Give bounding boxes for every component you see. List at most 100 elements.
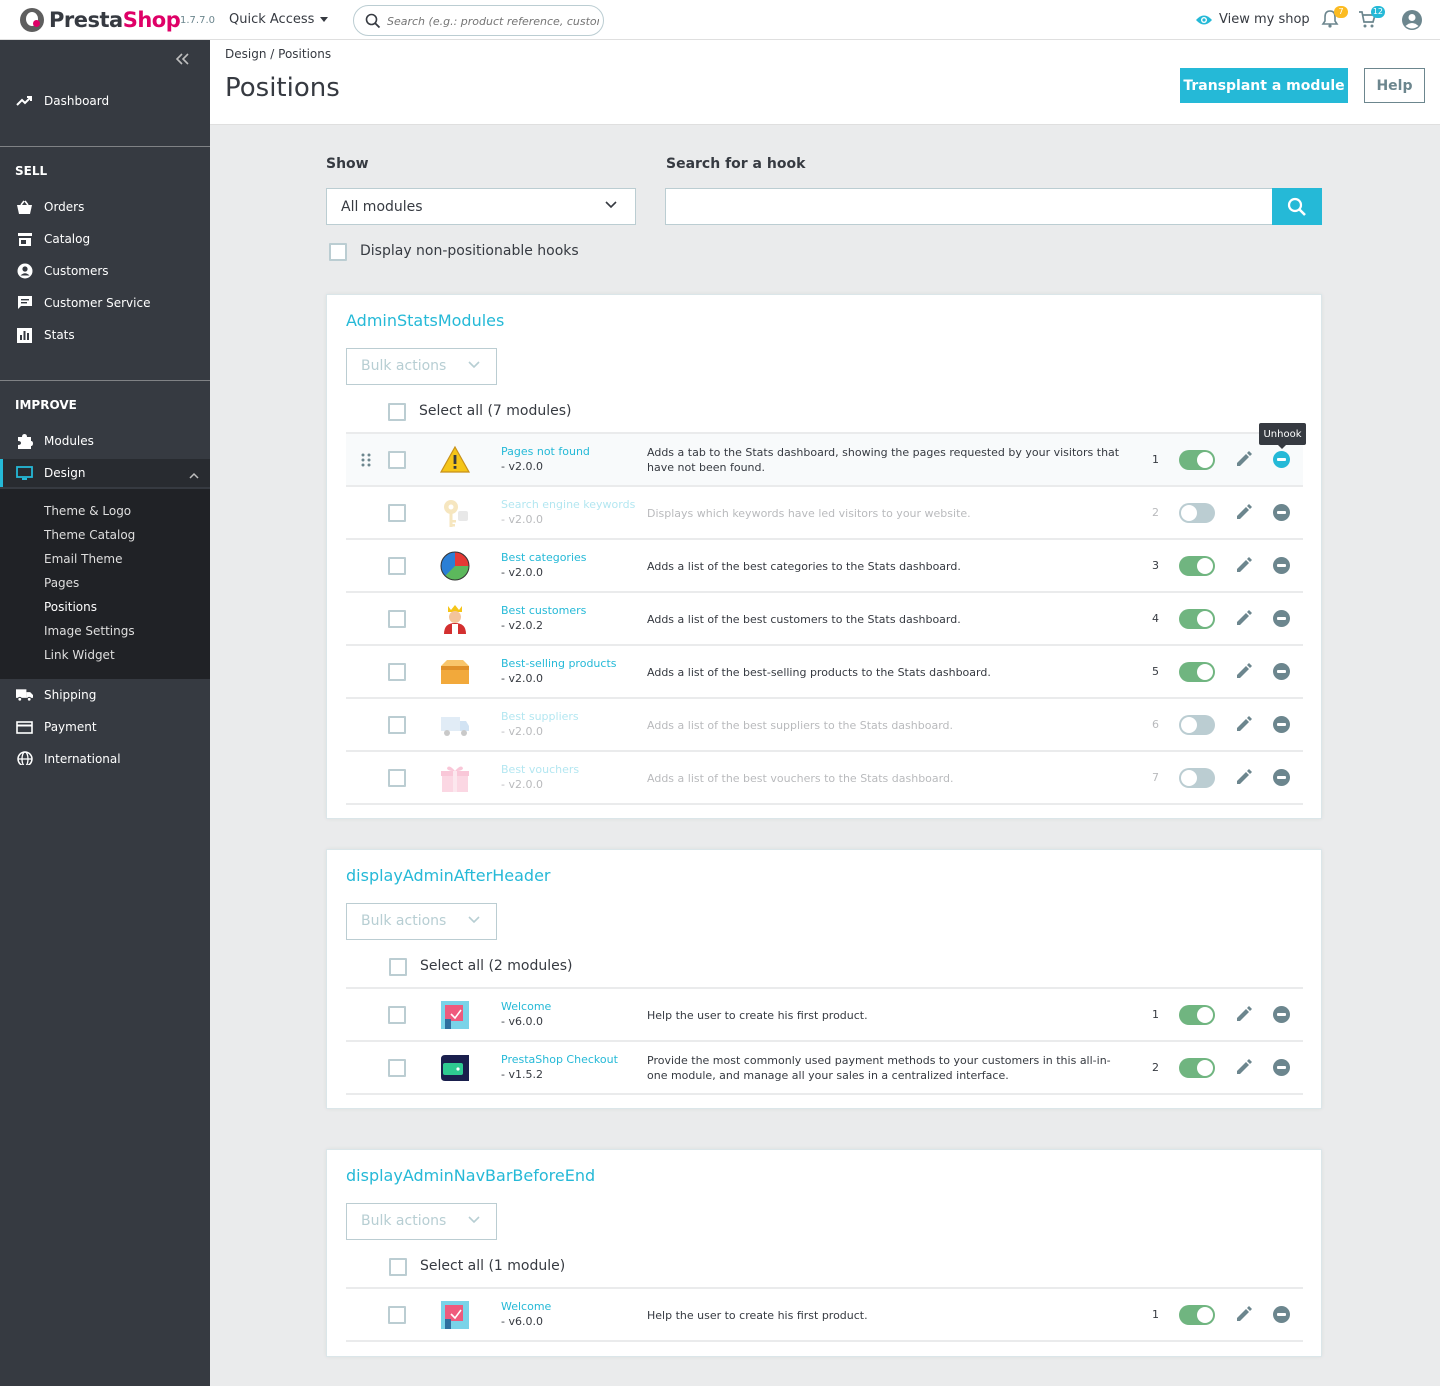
module-name-link[interactable]: Welcome: [501, 1300, 551, 1313]
module-checkbox[interactable]: [388, 557, 406, 575]
sidebar-item-design[interactable]: Design: [0, 459, 210, 487]
bulk-actions-dropdown[interactable]: Bulk actions: [346, 348, 497, 385]
module-status-toggle[interactable]: [1179, 715, 1215, 735]
module-row[interactable]: Welcome - v6.0.0 Help the user to create…: [346, 989, 1303, 1042]
unhook-icon[interactable]: [1273, 1306, 1290, 1323]
module-name-link[interactable]: Best-selling products: [501, 657, 616, 670]
unhook-icon[interactable]: [1273, 451, 1290, 468]
prestashop-logo[interactable]: PrestaShop: [20, 8, 181, 32]
show-modules-select[interactable]: All modules: [326, 188, 636, 225]
unhook-icon[interactable]: [1273, 504, 1290, 521]
module-status-toggle[interactable]: [1179, 1058, 1215, 1078]
select-all-checkbox[interactable]: [389, 958, 407, 976]
module-checkbox[interactable]: [388, 504, 406, 522]
submenu-item-email-theme[interactable]: Email Theme: [44, 552, 123, 566]
module-name-link[interactable]: Best categories: [501, 551, 587, 564]
orders-notifications-button[interactable]: 12: [1357, 6, 1385, 31]
drag-handle-icon[interactable]: [361, 453, 371, 467]
notifications-button[interactable]: 7: [1320, 6, 1348, 31]
bulk-actions-dropdown[interactable]: Bulk actions: [346, 1203, 497, 1240]
module-row[interactable]: Best-selling products - v2.0.0 Adds a li…: [346, 646, 1303, 699]
sidebar-item-payment[interactable]: Payment: [0, 713, 210, 741]
module-status-toggle[interactable]: [1179, 503, 1215, 523]
submenu-item-theme-catalog[interactable]: Theme Catalog: [44, 528, 135, 542]
submenu-item-pages[interactable]: Pages: [44, 576, 79, 590]
module-name-link[interactable]: Welcome: [501, 1000, 551, 1013]
quick-access-dropdown[interactable]: Quick Access: [229, 12, 329, 27]
unhook-icon[interactable]: [1273, 557, 1290, 574]
sidebar-item-shipping[interactable]: Shipping: [0, 681, 210, 709]
pencil-icon[interactable]: [1235, 1005, 1253, 1023]
help-button[interactable]: Help: [1364, 68, 1425, 103]
collapse-sidebar-icon[interactable]: [175, 53, 190, 69]
pencil-icon[interactable]: [1235, 1058, 1253, 1076]
hook-search-button[interactable]: [1272, 188, 1322, 225]
unhook-icon[interactable]: [1273, 716, 1290, 733]
module-row[interactable]: Best categories - v2.0.0 Adds a list of …: [346, 540, 1303, 593]
module-status-toggle[interactable]: [1179, 1005, 1215, 1025]
module-row[interactable]: Search engine keywords - v2.0.0 Displays…: [346, 487, 1303, 540]
sidebar-item-modules[interactable]: Modules: [0, 427, 210, 455]
sidebar-item-dashboard[interactable]: Dashboard: [0, 87, 210, 115]
module-status-toggle[interactable]: [1179, 450, 1215, 470]
module-checkbox[interactable]: [388, 1306, 406, 1324]
module-status-toggle[interactable]: [1179, 609, 1215, 629]
hook-title-link[interactable]: displayAdminNavBarBeforeEnd: [346, 1166, 595, 1185]
sidebar-item-customer-service[interactable]: Customer Service: [0, 289, 210, 317]
hook-search-input[interactable]: [665, 188, 1273, 225]
module-checkbox[interactable]: [388, 663, 406, 681]
submenu-item-positions[interactable]: Positions: [44, 600, 97, 614]
pencil-icon[interactable]: [1235, 556, 1253, 574]
unhook-icon[interactable]: [1273, 769, 1290, 786]
submenu-item-image-settings[interactable]: Image Settings: [44, 624, 135, 638]
breadcrumb-design-link[interactable]: Design: [225, 47, 266, 61]
module-row[interactable]: Pages not found - v2.0.0 Adds a tab to t…: [346, 434, 1303, 487]
module-checkbox[interactable]: [388, 1059, 406, 1077]
module-status-toggle[interactable]: [1179, 556, 1215, 576]
unhook-icon[interactable]: [1273, 663, 1290, 680]
employee-menu-button[interactable]: [1401, 9, 1425, 31]
pencil-icon[interactable]: [1235, 450, 1253, 468]
select-all-checkbox[interactable]: [389, 1258, 407, 1276]
submenu-item-link-widget[interactable]: Link Widget: [44, 648, 115, 662]
transplant-module-button[interactable]: Transplant a module: [1180, 68, 1348, 103]
module-status-toggle[interactable]: [1179, 1305, 1215, 1325]
view-my-shop-link[interactable]: View my shop: [1195, 12, 1310, 27]
sidebar-item-orders[interactable]: Orders: [0, 193, 210, 221]
module-checkbox[interactable]: [388, 451, 406, 469]
header-search[interactable]: [353, 5, 604, 36]
pencil-icon[interactable]: [1235, 768, 1253, 786]
hook-title-link[interactable]: displayAdminAfterHeader: [346, 866, 550, 885]
non-positionable-checkbox[interactable]: [329, 243, 347, 261]
pencil-icon[interactable]: [1235, 609, 1253, 627]
unhook-icon[interactable]: [1273, 1006, 1290, 1023]
module-status-toggle[interactable]: [1179, 662, 1215, 682]
module-name-link[interactable]: Best customers: [501, 604, 586, 617]
submenu-item-theme-logo[interactable]: Theme & Logo: [44, 504, 131, 518]
module-row[interactable]: PrestaShop Checkout - v1.5.2 Provide the…: [346, 1042, 1303, 1095]
pencil-icon[interactable]: [1235, 503, 1253, 521]
sidebar-item-catalog[interactable]: Catalog: [0, 225, 210, 253]
unhook-icon[interactable]: [1273, 1059, 1290, 1076]
module-checkbox[interactable]: [388, 1006, 406, 1024]
select-all-checkbox[interactable]: [388, 403, 406, 421]
module-name-link[interactable]: PrestaShop Checkout: [501, 1053, 618, 1066]
module-checkbox[interactable]: [388, 610, 406, 628]
unhook-icon[interactable]: [1273, 610, 1290, 627]
module-checkbox[interactable]: [388, 769, 406, 787]
bulk-actions-dropdown[interactable]: Bulk actions: [346, 903, 497, 940]
header-search-input[interactable]: [387, 11, 599, 31]
module-row[interactable]: Best vouchers - v2.0.0 Adds a list of th…: [346, 752, 1303, 805]
module-row[interactable]: Welcome - v6.0.0 Help the user to create…: [346, 1289, 1303, 1342]
pencil-icon[interactable]: [1235, 715, 1253, 733]
module-status-toggle[interactable]: [1179, 768, 1215, 788]
sidebar-item-stats[interactable]: Stats: [0, 321, 210, 349]
module-name-link[interactable]: Pages not found: [501, 445, 590, 458]
module-name-link[interactable]: Search engine keywords: [501, 498, 635, 511]
hook-title-link[interactable]: AdminStatsModules: [346, 311, 504, 330]
module-row[interactable]: Best suppliers - v2.0.0 Adds a list of t…: [346, 699, 1303, 752]
pencil-icon[interactable]: [1235, 662, 1253, 680]
module-checkbox[interactable]: [388, 716, 406, 734]
pencil-icon[interactable]: [1235, 1305, 1253, 1323]
module-name-link[interactable]: Best suppliers: [501, 710, 579, 723]
